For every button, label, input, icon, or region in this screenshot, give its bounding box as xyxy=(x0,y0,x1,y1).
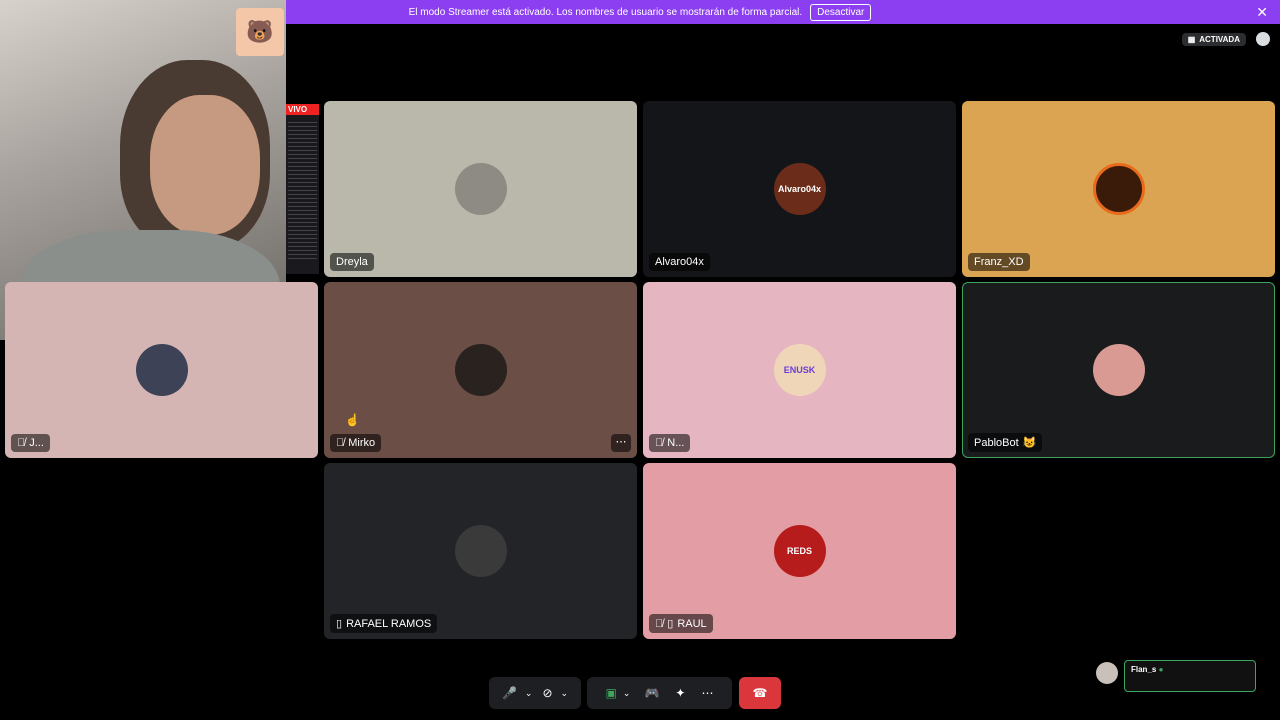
participant-tile[interactable]: ▯ RAFAEL RAMOS xyxy=(324,463,637,639)
close-icon[interactable]: ✕ xyxy=(1256,4,1268,21)
deactivate-button[interactable]: Desactivar xyxy=(810,3,872,21)
participant-name: ▯ RAFAEL RAMOS xyxy=(330,614,438,633)
participant-name: Alvaro04x xyxy=(649,253,710,271)
avatar xyxy=(454,344,507,396)
mute-icon: 🎙̸ xyxy=(17,437,26,449)
avatar xyxy=(454,525,507,577)
mute-icon: 🎙̸ xyxy=(655,617,664,630)
streamer-mode-message: El modo Streamer está activado. Los nomb… xyxy=(408,6,803,18)
self-card[interactable]: Flan_s ● xyxy=(1124,660,1256,692)
participant-name: 🎙̸ J... xyxy=(11,434,50,452)
cat-emoji-icon: 😺 xyxy=(1022,437,1037,449)
participant-tile[interactable]: PabloBot 😺 xyxy=(962,282,1275,458)
avatar xyxy=(135,344,188,396)
participant-tile[interactable]: 🎙̸ Mirko ⋯ xyxy=(324,282,637,458)
live-stream-preview[interactable]: VIVO xyxy=(286,104,319,274)
hang-up-icon: ☎ xyxy=(752,686,768,700)
sticker-icon: 🐻 xyxy=(236,8,284,56)
activity-group: ▣ ⌄ 🎮 ✦ ⋯ xyxy=(587,677,732,709)
participant-tile[interactable]: 🎙̸ J... xyxy=(5,282,318,458)
avatar: Alvaro04x xyxy=(773,163,826,215)
participant-name: 🎙̸ ▯ RAUL xyxy=(649,614,713,633)
mobile-icon: ▯ xyxy=(336,618,343,630)
live-badge: VIVO xyxy=(286,104,319,115)
gamepad-icon[interactable]: 🎮 xyxy=(644,686,659,700)
self-avatar xyxy=(1096,662,1118,684)
mute-icon[interactable]: 🎤 xyxy=(502,686,517,700)
avatar: ENUSK xyxy=(773,344,826,396)
mic-camera-group: 🎤 ⌄ ⊘ ⌄ xyxy=(489,677,581,709)
hand-cursor-icon: ☝ xyxy=(345,413,360,427)
participant-tile[interactable]: Alvaro04x Alvaro04x xyxy=(643,101,956,277)
chevron-down-icon[interactable]: ⌄ xyxy=(561,688,569,699)
avatar xyxy=(454,163,507,215)
avatar: REDS xyxy=(773,525,826,577)
mute-icon: 🎙̸ xyxy=(336,437,345,449)
participant-tile[interactable]: Franz_XD xyxy=(962,101,1275,277)
more-icon[interactable]: ⋯ xyxy=(701,686,713,700)
more-icon[interactable]: ⋯ xyxy=(611,434,631,452)
chat-icon[interactable] xyxy=(1256,32,1270,46)
participant-name: PabloBot 😺 xyxy=(968,433,1043,452)
activity-badge-label: ACTIVADA xyxy=(1199,34,1240,44)
chevron-down-icon[interactable]: ⌄ xyxy=(525,688,533,699)
calendar-icon: ▦ xyxy=(1187,34,1196,44)
screen-share-icon[interactable]: ▣ xyxy=(606,686,617,700)
participant-name: 🎙̸ N... xyxy=(649,434,691,452)
online-status-icon: ● xyxy=(1158,665,1164,674)
activity-badge[interactable]: ▦ ACTIVADA xyxy=(1181,32,1246,46)
avatar xyxy=(1092,163,1145,215)
top-right-controls: ▦ ACTIVADA xyxy=(1181,32,1270,46)
participant-tile[interactable]: Dreyla xyxy=(324,101,637,277)
participant-name: 🎙̸ Mirko xyxy=(330,434,382,452)
hang-up-button[interactable]: ☎ xyxy=(739,677,781,709)
participant-tile[interactable]: REDS 🎙̸ ▯ RAUL xyxy=(643,463,956,639)
participant-tile[interactable]: ENUSK 🎙̸ N... xyxy=(643,282,956,458)
participant-name: Franz_XD xyxy=(968,253,1030,271)
chevron-down-icon[interactable]: ⌄ xyxy=(623,688,631,699)
participant-name: Dreyla xyxy=(330,253,374,271)
avatar xyxy=(1092,344,1145,396)
camera-off-icon[interactable]: ⊘ xyxy=(542,686,552,700)
soundboard-icon[interactable]: ✦ xyxy=(675,686,685,700)
mobile-icon: ▯ xyxy=(667,618,674,630)
call-controls: 🎤 ⌄ ⊘ ⌄ ▣ ⌄ 🎮 ✦ ⋯ ☎ xyxy=(0,677,1280,709)
mute-icon: 🎙̸ xyxy=(655,437,664,449)
